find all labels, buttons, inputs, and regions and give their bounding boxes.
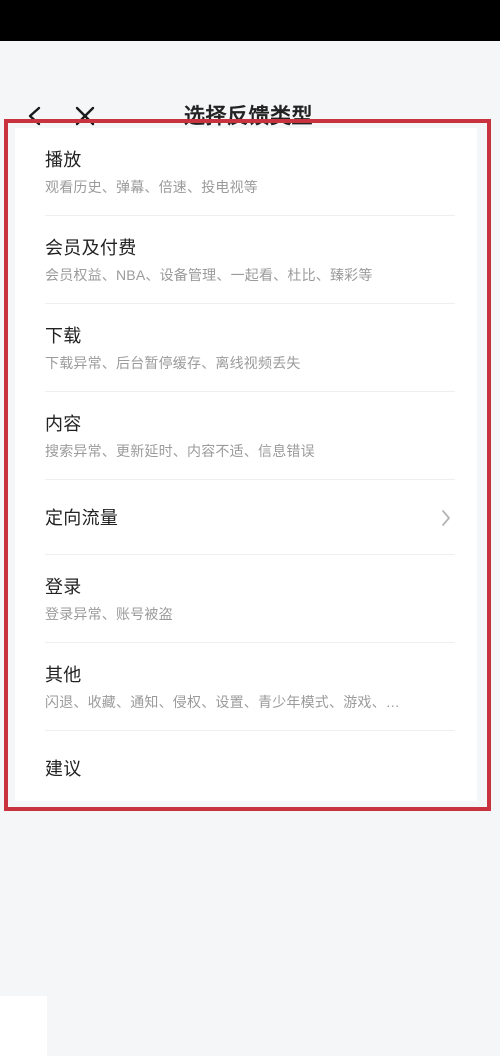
list-item-content: 其他闪退、收藏、通知、侵权、设置、青少年模式、游戏、…	[45, 643, 447, 731]
chevron-left-icon	[28, 106, 41, 126]
status-bar	[0, 0, 500, 41]
list-item-content: 播放观看历史、弹幕、倍速、投电视等	[45, 128, 447, 216]
list-item[interactable]: 登录登录异常、账号被盗	[15, 555, 477, 643]
close-icon	[75, 106, 95, 126]
list-item-content: 建议	[45, 731, 447, 806]
page-header: 选择反馈类型	[0, 41, 500, 128]
feedback-type-card: 播放观看历史、弹幕、倍速、投电视等会员及付费会员权益、NBA、设备管理、一起看、…	[15, 128, 477, 801]
list-item-subtitle: 搜索异常、更新延时、内容不适、信息错误	[45, 442, 315, 459]
page-title: 选择反馈类型	[184, 105, 313, 128]
bottom-left-swatch	[0, 996, 47, 1056]
list-item-title: 下载	[45, 325, 82, 346]
list-item-subtitle: 观看历史、弹幕、倍速、投电视等	[45, 178, 258, 195]
list-item-content: 定向流量	[45, 480, 447, 555]
chevron-right-icon	[437, 509, 455, 527]
list-item[interactable]: 下载下载异常、后台暂停缓存、离线视频丢失	[15, 304, 477, 392]
list-item-subtitle: 下载异常、后台暂停缓存、离线视频丢失	[45, 354, 301, 371]
list-item[interactable]: 会员及付费会员权益、NBA、设备管理、一起看、杜比、臻彩等	[15, 216, 477, 304]
list-item-title: 会员及付费	[45, 237, 137, 258]
list-item-subtitle: 闪退、收藏、通知、侵权、设置、青少年模式、游戏、…	[45, 693, 400, 710]
list-item[interactable]: 内容搜索异常、更新延时、内容不适、信息错误	[15, 392, 477, 480]
list-item[interactable]: 播放观看历史、弹幕、倍速、投电视等	[15, 128, 477, 216]
list-item-content: 登录登录异常、账号被盗	[45, 555, 447, 643]
list-item-title: 建议	[45, 758, 82, 779]
list-item-content: 内容搜索异常、更新延时、内容不适、信息错误	[45, 392, 447, 480]
list-item-title: 定向流量	[45, 507, 119, 528]
list-item-title: 登录	[45, 576, 82, 597]
list-item[interactable]: 建议	[15, 731, 477, 806]
list-item-content: 会员及付费会员权益、NBA、设备管理、一起看、杜比、臻彩等	[45, 216, 447, 304]
list-item[interactable]: 定向流量	[15, 480, 477, 555]
feedback-type-list: 播放观看历史、弹幕、倍速、投电视等会员及付费会员权益、NBA、设备管理、一起看、…	[15, 128, 477, 806]
list-item[interactable]: 其他闪退、收藏、通知、侵权、设置、青少年模式、游戏、…	[15, 643, 477, 731]
list-item-subtitle: 登录异常、账号被盗	[45, 605, 173, 622]
list-item-title: 内容	[45, 413, 82, 434]
list-item-subtitle: 会员权益、NBA、设备管理、一起看、杜比、臻彩等	[45, 266, 373, 283]
list-item-title: 其他	[45, 664, 82, 685]
list-item-title: 播放	[45, 149, 82, 170]
list-item-content: 下载下载异常、后台暂停缓存、离线视频丢失	[45, 304, 447, 392]
